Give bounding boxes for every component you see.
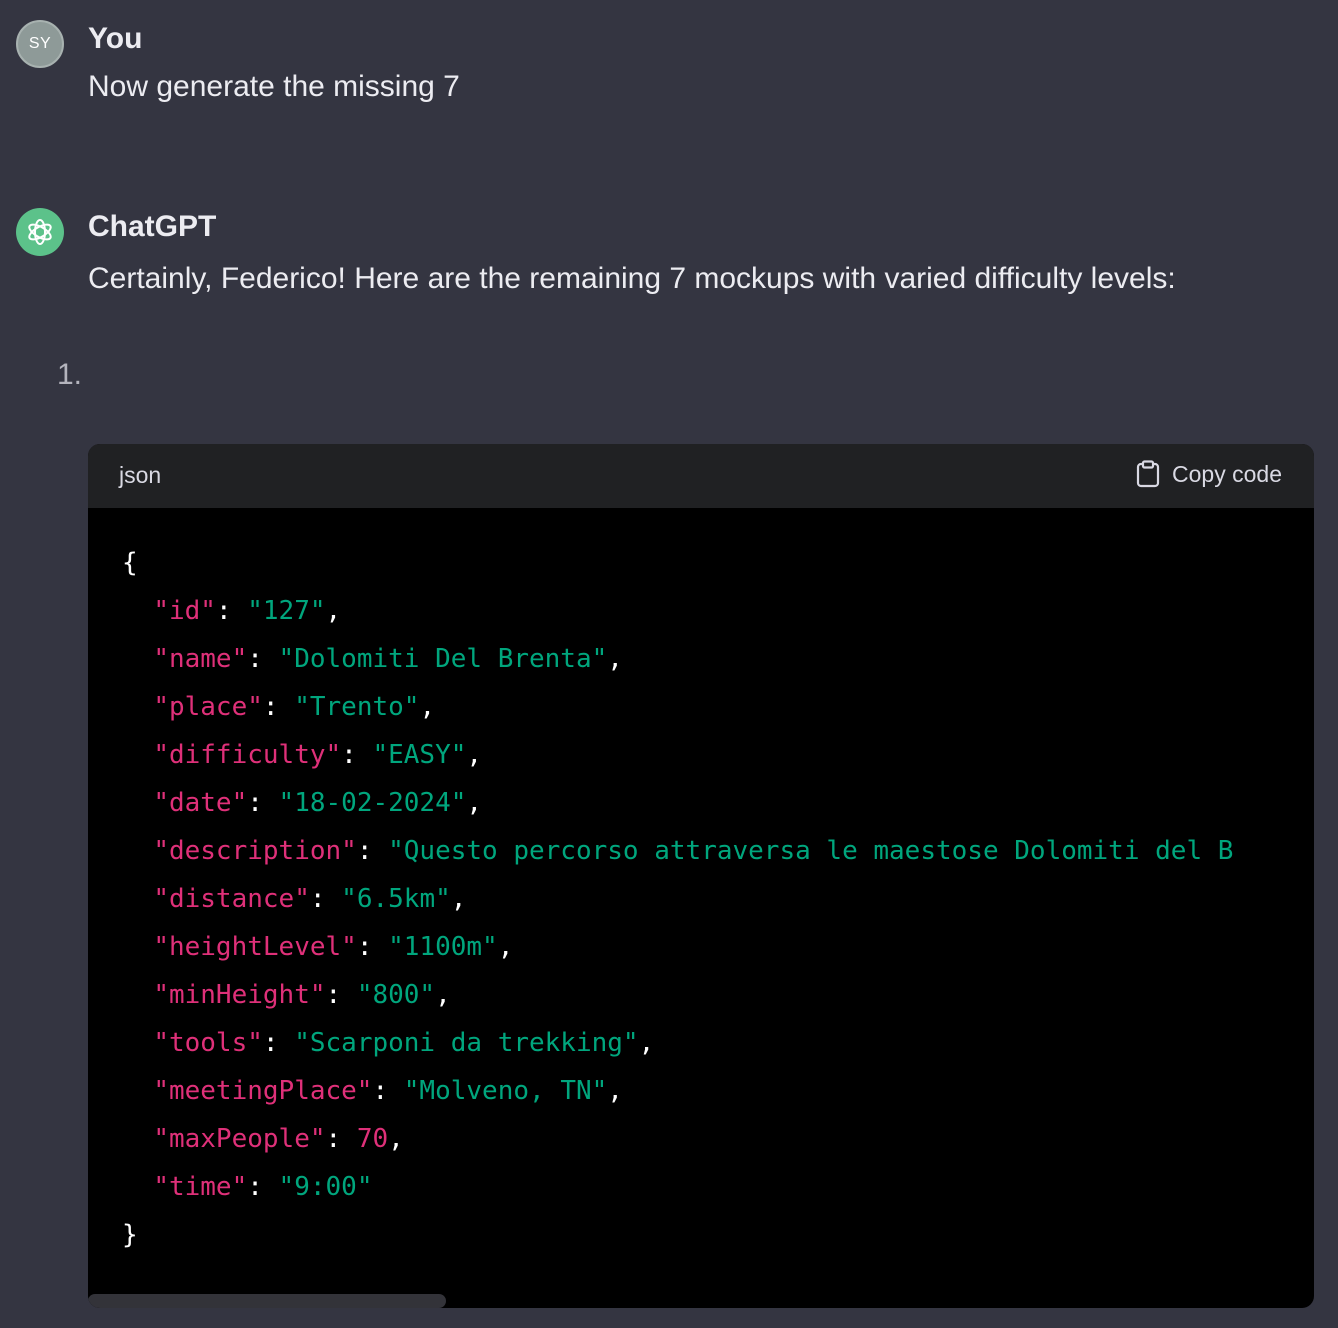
json-punctuation: , — [450, 884, 467, 914]
json-key: "heightLevel" — [153, 932, 357, 962]
json-value: "Scarponi da trekking" — [294, 1028, 639, 1058]
json-value: "9:00" — [278, 1172, 373, 1202]
code-line: } — [122, 1220, 138, 1250]
chat-page: SY You Now generate the missing 7 ChatGP… — [0, 0, 1338, 1328]
json-key: "meetingPlace" — [153, 1076, 373, 1106]
json-value: "Questo percorso attraversa le maestose … — [388, 836, 1234, 866]
assistant-author-name: ChatGPT — [88, 210, 217, 243]
json-key: "tools" — [153, 1028, 263, 1058]
json-punctuation: , — [607, 644, 623, 674]
clipboard-icon — [1136, 460, 1160, 488]
code-language-label: json — [119, 462, 162, 488]
close-brace: } — [122, 1220, 138, 1250]
json-punctuation: , — [419, 692, 436, 722]
list-number: 1. — [57, 358, 83, 391]
json-value: "Trento" — [294, 692, 420, 722]
copy-code-label: Copy code — [1172, 460, 1282, 487]
json-punctuation: , — [638, 1028, 655, 1058]
code-line: "name": "Dolomiti Del Brenta", — [153, 644, 623, 674]
copy-code-button[interactable]: Copy code — [1136, 460, 1282, 488]
json-value: "Dolomiti Del Brenta" — [278, 644, 608, 674]
code-line: "date": "18-02-2024", — [153, 788, 483, 818]
json-value: "EASY" — [372, 740, 467, 770]
json-punctuation: , — [466, 788, 483, 818]
code-line: "time": "9:00" — [153, 1172, 373, 1202]
code-line: { — [122, 548, 138, 578]
code-line: "meetingPlace": "Molveno, TN", — [153, 1076, 623, 1106]
json-key: "difficulty" — [153, 740, 342, 770]
json-key: "place" — [153, 692, 263, 722]
code-line: "tools": "Scarponi da trekking", — [153, 1028, 655, 1058]
json-value: "1100m" — [388, 932, 498, 962]
user-author-name: You — [88, 22, 143, 55]
code-body[interactable]: { "id": "127", "name": "Dolomiti Del Bre… — [88, 508, 1314, 1308]
code-line: "place": "Trento", — [153, 692, 436, 722]
chatgpt-avatar — [16, 208, 64, 256]
json-key: "time" — [153, 1172, 248, 1202]
json-punctuation: , — [497, 932, 514, 962]
code-line: "difficulty": "EASY", — [153, 740, 483, 770]
code-line: "id": "127", — [153, 596, 342, 626]
json-value: "127" — [247, 596, 326, 626]
json-value: "6.5km" — [341, 884, 451, 914]
code-line: "heightLevel": "1100m", — [153, 932, 514, 962]
json-key: "description" — [153, 836, 357, 866]
json-value: "Molveno, TN" — [403, 1076, 608, 1106]
assistant-message-text: Certainly, Federico! Here are the remain… — [88, 262, 1176, 295]
user-message-text: Now generate the missing 7 — [88, 70, 460, 103]
code-line: "distance": "6.5km", — [153, 884, 467, 914]
code-line: "description": "Questo percorso attraver… — [153, 836, 1234, 866]
json-key: "date" — [153, 788, 248, 818]
json-punctuation: , — [607, 1076, 623, 1106]
json-key: "name" — [153, 644, 248, 674]
json-punctuation: , — [466, 740, 483, 770]
json-punctuation: , — [325, 596, 342, 626]
openai-logo-icon — [28, 219, 52, 245]
json-key: "minHeight" — [153, 980, 326, 1010]
json-key: "id" — [153, 596, 216, 626]
open-brace: { — [122, 548, 138, 578]
horizontal-scrollbar[interactable] — [88, 1294, 446, 1308]
code-block-header: json Copy code — [88, 444, 1314, 508]
code-block: json Copy code { "id": "127", "name": "D… — [88, 444, 1314, 1308]
json-key: "maxPeople" — [153, 1124, 326, 1154]
code-line: "minHeight": "800", — [153, 980, 451, 1010]
json-punctuation: , — [388, 1124, 404, 1154]
json-value: "800" — [356, 980, 436, 1010]
json-key: "distance" — [153, 884, 310, 914]
json-punctuation: , — [435, 980, 451, 1010]
user-avatar-initials: SY — [28, 35, 52, 52]
user-avatar: SY — [16, 20, 64, 68]
code-line: "maxPeople": 70, — [153, 1124, 404, 1154]
json-value: 70 — [356, 1124, 389, 1154]
json-value: "18-02-2024" — [278, 788, 467, 818]
